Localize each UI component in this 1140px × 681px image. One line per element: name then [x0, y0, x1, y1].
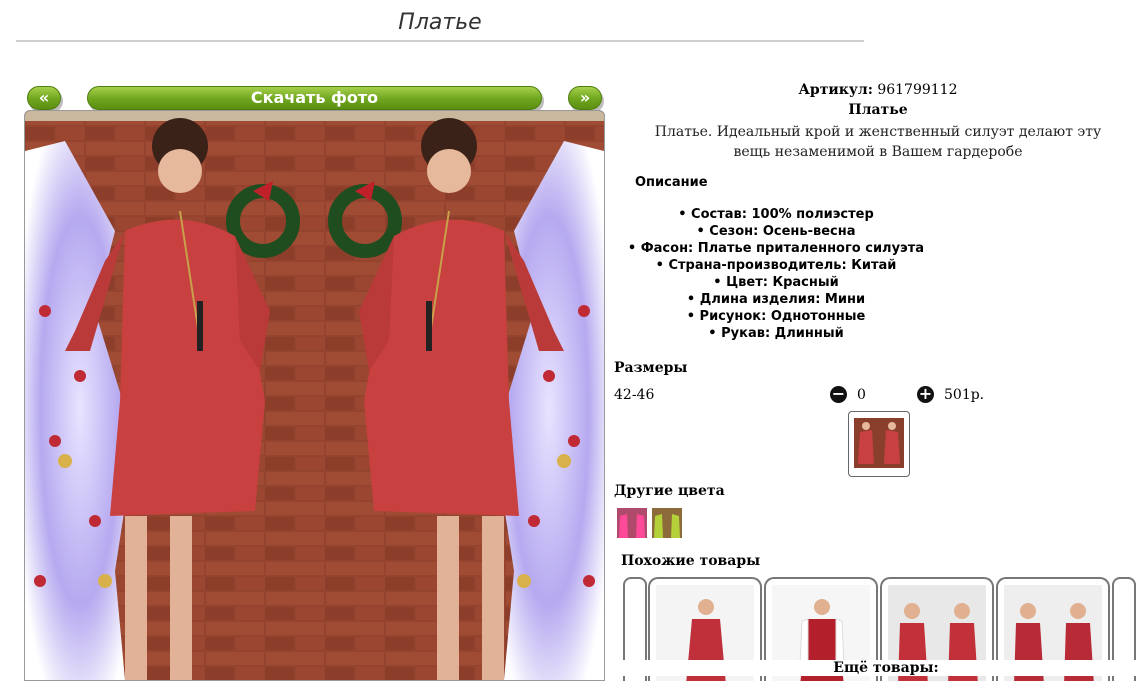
attribute-item: Цвет: Красный — [612, 274, 940, 291]
sku-line: Артикул: 961799112 — [612, 82, 1140, 98]
attribute-list: Состав: 100% полиэстер Сезон: Осень-весн… — [612, 206, 940, 342]
size-thumbnail[interactable] — [848, 411, 910, 477]
similar-heading: Похожие товары — [621, 553, 761, 569]
other-colors-heading: Другие цвета — [614, 483, 725, 499]
attribute-item: Рукав: Длинный — [612, 325, 940, 342]
product-description: Платье. Идеальный крой и женственный сил… — [654, 124, 1102, 160]
quantity-value: 0 — [857, 387, 866, 403]
attribute-item: Состав: 100% полиэстер — [612, 206, 940, 223]
prev-photo-button[interactable]: « — [27, 86, 61, 110]
attribute-item: Сезон: Осень-весна — [612, 223, 940, 240]
attribute-item: Фасон: Платье приталенного силуэта — [612, 240, 940, 257]
plus-circle-icon[interactable]: + — [917, 386, 934, 403]
title-divider — [16, 40, 864, 42]
page-title: Платье — [398, 10, 482, 35]
size-thumbnail-image — [854, 418, 904, 468]
size-label: 42-46 — [614, 387, 655, 403]
color-swatch-pink[interactable] — [617, 508, 647, 538]
product-name: Платье — [848, 102, 908, 118]
price: 501р. — [944, 387, 985, 403]
attribute-item: Рисунок: Однотонные — [612, 308, 940, 325]
sku-value: 961799112 — [877, 82, 958, 98]
download-photo-button[interactable]: Скачать фото — [87, 86, 542, 110]
description-heading: Описание — [635, 175, 708, 190]
sku-label: Артикул: — [798, 82, 873, 98]
sizes-heading: Размеры — [614, 360, 688, 376]
minus-circle-icon[interactable]: − — [830, 386, 847, 403]
attribute-item: Страна-производитель: Китай — [612, 257, 940, 274]
color-swatch-green[interactable] — [652, 508, 682, 538]
more-products-link[interactable]: Ещё товары: — [612, 660, 1140, 676]
product-photo — [24, 110, 605, 681]
product-photo-image — [25, 111, 604, 680]
next-photo-button[interactable]: » — [568, 86, 602, 110]
attribute-item: Длина изделия: Мини — [612, 291, 940, 308]
